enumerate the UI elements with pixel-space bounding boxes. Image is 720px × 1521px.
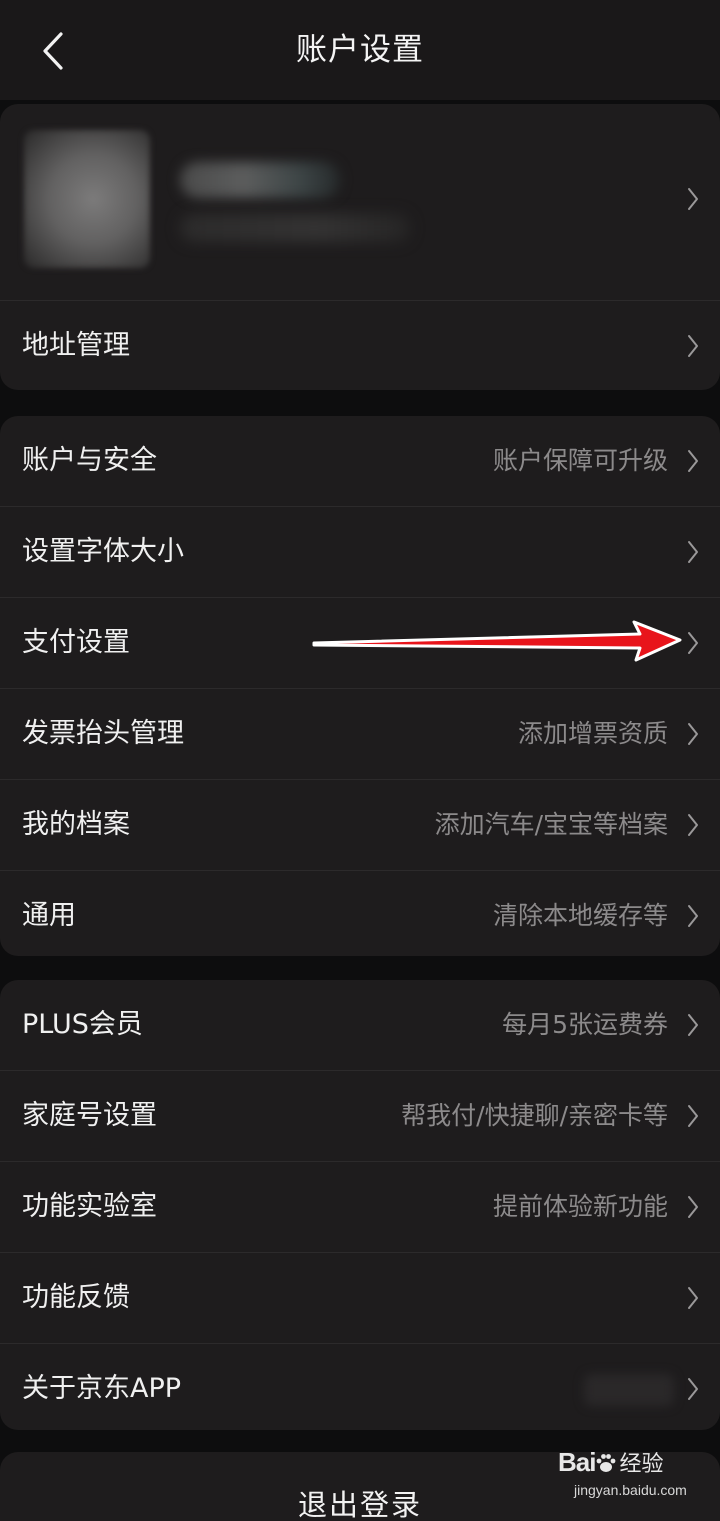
row-value: 清除本地缓存等 (492, 901, 668, 930)
row-value: 添加汽车/宝宝等档案 (434, 810, 668, 839)
row-label: 我的档案 (22, 809, 130, 840)
profile-row[interactable] (0, 104, 720, 301)
row-value: 账户保障可升级 (492, 446, 668, 475)
settings-row-account-security[interactable]: 账户与安全 账户保障可升级 (0, 416, 720, 507)
row-value: 提前体验新功能 (492, 1192, 668, 1221)
row-label: 家庭号设置 (22, 1100, 157, 1131)
settings-row-invoice[interactable]: 发票抬头管理 添加增票资质 (0, 689, 720, 780)
chevron-right-icon (686, 333, 700, 359)
user-info-redacted (180, 214, 410, 242)
chevron-right-icon (686, 1012, 700, 1038)
row-label: 地址管理 (22, 330, 130, 361)
row-label: 关于京东APP (22, 1373, 182, 1404)
row-label: PLUS会员 (22, 1009, 143, 1040)
row-value: 每月5张运费券 (502, 1010, 668, 1039)
chevron-right-icon (686, 1103, 700, 1129)
settings-row-plus[interactable]: PLUS会员 每月5张运费券 (0, 980, 720, 1071)
row-label: 功能实验室 (22, 1191, 157, 1222)
settings-row-address[interactable]: 地址管理 (0, 301, 720, 390)
settings-row-payment[interactable]: 支付设置 (0, 598, 720, 689)
row-label: 发票抬头管理 (22, 718, 184, 749)
chevron-right-icon (686, 721, 700, 747)
chevron-right-icon (686, 1285, 700, 1311)
settings-card-main: 账户与安全 账户保障可升级 设置字体大小 支付设置 发票抬头管理 添加增票资质 (0, 416, 720, 956)
watermark-brand-suffix: 经验 (619, 1452, 664, 1477)
chevron-right-icon (686, 1376, 700, 1402)
settings-row-family[interactable]: 家庭号设置 帮我付/快捷聊/亲密卡等 (0, 1071, 720, 1162)
settings-row-font-size[interactable]: 设置字体大小 (0, 507, 720, 598)
username-redacted (180, 162, 340, 198)
chevron-right-icon (686, 539, 700, 565)
settings-row-profile-archive[interactable]: 我的档案 添加汽车/宝宝等档案 (0, 780, 720, 871)
chevron-right-icon (686, 1194, 700, 1220)
watermark-logo: Bai 经验 jingyan.baidu.com (548, 1440, 698, 1510)
chevron-right-icon (686, 630, 700, 656)
avatar (24, 130, 150, 268)
watermark-url: jingyan.baidu.com (574, 1482, 687, 1498)
settings-row-general[interactable]: 通用 清除本地缓存等 (0, 871, 720, 956)
row-label: 功能反馈 (22, 1282, 130, 1313)
page-title: 账户设置 (296, 32, 424, 68)
watermark-brand-text: Bai (558, 1447, 596, 1477)
watermark-brand: Bai 经验 (558, 1446, 663, 1478)
settings-card-more: PLUS会员 每月5张运费券 家庭号设置 帮我付/快捷聊/亲密卡等 功能实验室 … (0, 980, 720, 1430)
settings-row-feedback[interactable]: 功能反馈 (0, 1253, 720, 1344)
chevron-right-icon (686, 903, 700, 929)
paw-icon (597, 1454, 616, 1472)
row-label: 设置字体大小 (22, 536, 184, 567)
chevron-right-icon (686, 186, 700, 212)
row-value: 帮我付/快捷聊/亲密卡等 (401, 1101, 668, 1130)
settings-row-lab[interactable]: 功能实验室 提前体验新功能 (0, 1162, 720, 1253)
settings-row-about[interactable]: 关于京东APP (0, 1344, 720, 1430)
row-label: 账户与安全 (22, 445, 157, 476)
chevron-right-icon (686, 448, 700, 474)
version-redacted (584, 1374, 674, 1406)
chevron-right-icon (686, 812, 700, 838)
row-label: 通用 (22, 900, 76, 931)
header-bar: 账户设置 (0, 0, 720, 100)
row-label: 支付设置 (22, 627, 130, 658)
row-value: 添加增票资质 (517, 719, 668, 748)
profile-card: 地址管理 (0, 104, 720, 390)
account-settings-screen: 账户设置 地址管理 账户与安全 账户保障可升级 设置字体大小 支付设置 发票抬头… (0, 0, 720, 1521)
